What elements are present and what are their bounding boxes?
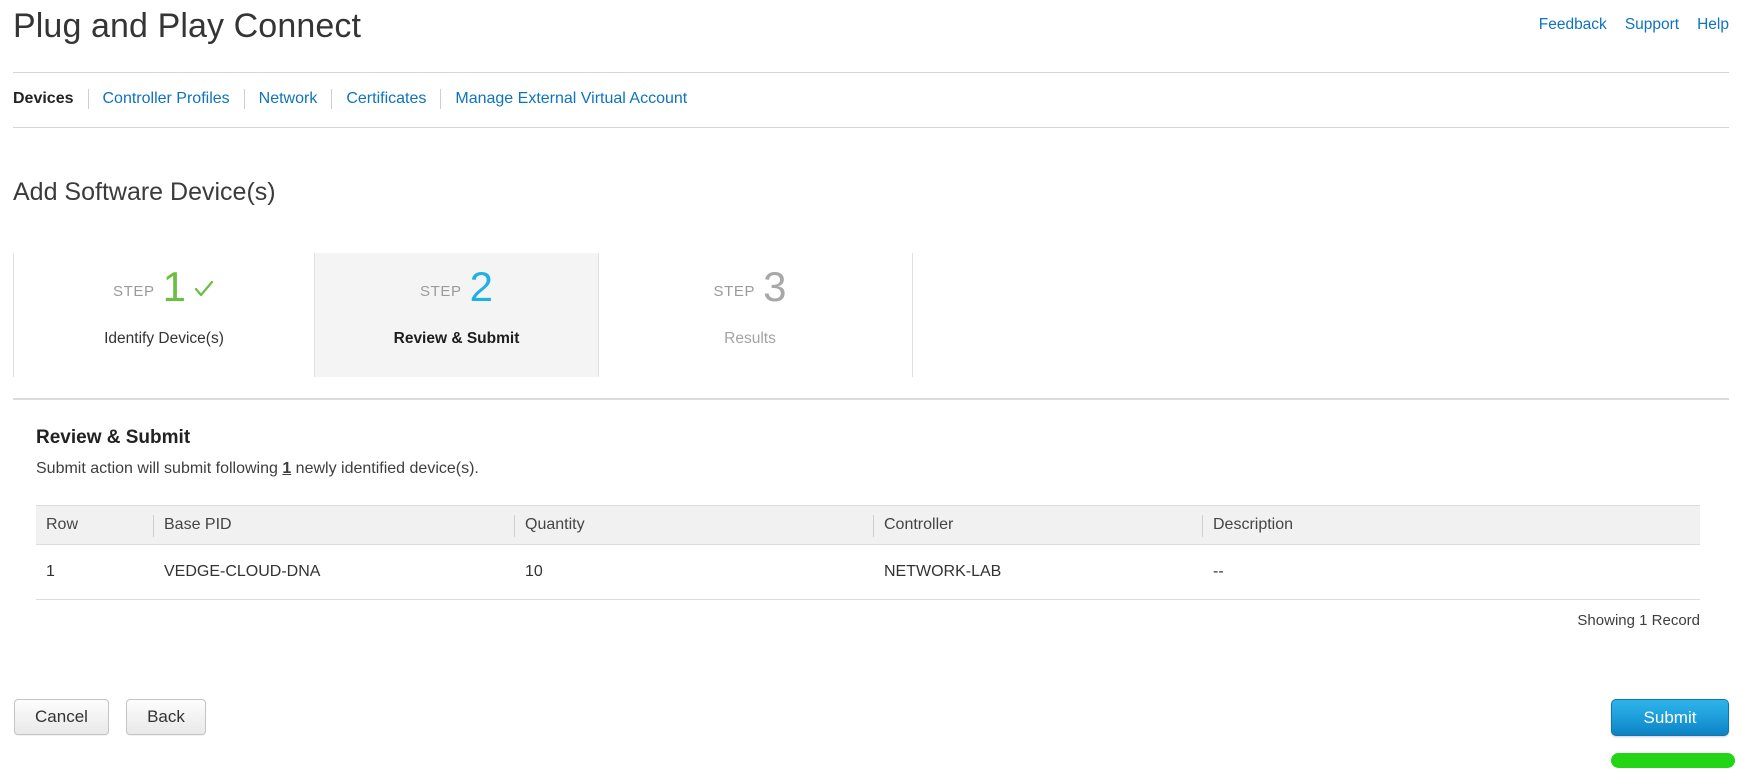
table-header-row: Row Base PID Quantity Controller Descrip…: [36, 505, 1700, 545]
step-2-number: 2: [469, 263, 493, 310]
review-subtitle-prefix: Submit action will submit following: [36, 460, 283, 477]
column-header-controller: Controller: [884, 516, 954, 533]
step-2-word: STEP: [420, 282, 462, 300]
tab-controller-profiles[interactable]: Controller Profiles: [89, 89, 244, 109]
check-icon: [193, 278, 215, 300]
review-subtitle-suffix: newly identified device(s).: [291, 460, 479, 477]
review-table: Row Base PID Quantity Controller Descrip…: [36, 505, 1700, 600]
tab-certificates[interactable]: Certificates: [332, 89, 440, 109]
cell-description: --: [1213, 563, 1224, 580]
wizard-steps: STEP 1 Identify Device(s) STEP 2 Review …: [13, 253, 1729, 377]
tab-manage-external-virtual-account[interactable]: Manage External Virtual Account: [441, 89, 701, 109]
record-count-label: Showing 1 Record: [1577, 612, 1700, 629]
cell-row: 1: [46, 563, 55, 580]
back-button[interactable]: Back: [126, 699, 206, 735]
step-1-word: STEP: [113, 282, 155, 300]
page-title: Plug and Play Connect: [13, 7, 361, 45]
cell-controller: NETWORK-LAB: [884, 563, 1002, 580]
table-row: 1 VEDGE-CLOUD-DNA 10 NETWORK-LAB --: [36, 545, 1700, 600]
navigation-divider: [13, 127, 1729, 128]
review-device-count: 1: [282, 460, 292, 477]
cell-quantity: 10: [525, 563, 543, 580]
column-separator: [873, 515, 874, 537]
header-utility-links: Feedback Support Help: [1539, 16, 1729, 34]
column-header-quantity: Quantity: [525, 516, 585, 533]
column-header-base-pid: Base PID: [164, 516, 232, 533]
wizard-step-2[interactable]: STEP 2 Review & Submit: [315, 253, 598, 377]
step-1-indicator: STEP 1: [113, 261, 215, 313]
column-header-row: Row: [46, 516, 79, 533]
header-divider: [13, 72, 1729, 73]
cancel-button[interactable]: Cancel: [14, 699, 109, 735]
help-link[interactable]: Help: [1697, 16, 1729, 34]
section-heading: Add Software Device(s): [13, 178, 276, 206]
tab-devices[interactable]: Devices: [13, 89, 88, 109]
support-link[interactable]: Support: [1625, 16, 1679, 34]
step-2-label: Review & Submit: [393, 330, 520, 347]
column-separator: [514, 515, 515, 537]
feedback-link[interactable]: Feedback: [1539, 16, 1607, 34]
step-2-indicator: STEP 2: [420, 261, 493, 313]
submit-highlight-indicator: [1611, 753, 1735, 768]
app-header: Plug and Play Connect Feedback Support H…: [0, 0, 1741, 74]
step-3-word: STEP: [713, 282, 756, 300]
app-page: Plug and Play Connect Feedback Support H…: [0, 0, 1741, 771]
step-divider: [912, 253, 913, 377]
primary-navigation: Devices Controller Profiles Network Cert…: [13, 85, 701, 113]
step-3-indicator: STEP 3: [714, 261, 787, 313]
submit-button[interactable]: Submit: [1611, 699, 1729, 736]
cell-base-pid: VEDGE-CLOUD-DNA: [164, 563, 321, 580]
tab-network[interactable]: Network: [245, 89, 332, 109]
step-3-label: Results: [724, 330, 776, 347]
wizard-step-1[interactable]: STEP 1 Identify Device(s): [13, 253, 315, 377]
steps-divider: [13, 398, 1729, 400]
step-1-number: 1: [162, 263, 186, 310]
step-3-number: 3: [763, 263, 787, 310]
column-header-description: Description: [1213, 516, 1294, 533]
wizard-step-3[interactable]: STEP 3 Results: [598, 253, 902, 377]
step-1-label: Identify Device(s): [104, 330, 224, 347]
review-subtitle: Submit action will submit following 1 ne…: [36, 460, 479, 478]
review-title: Review & Submit: [36, 427, 191, 448]
column-separator: [1202, 515, 1203, 537]
column-separator: [153, 515, 154, 537]
